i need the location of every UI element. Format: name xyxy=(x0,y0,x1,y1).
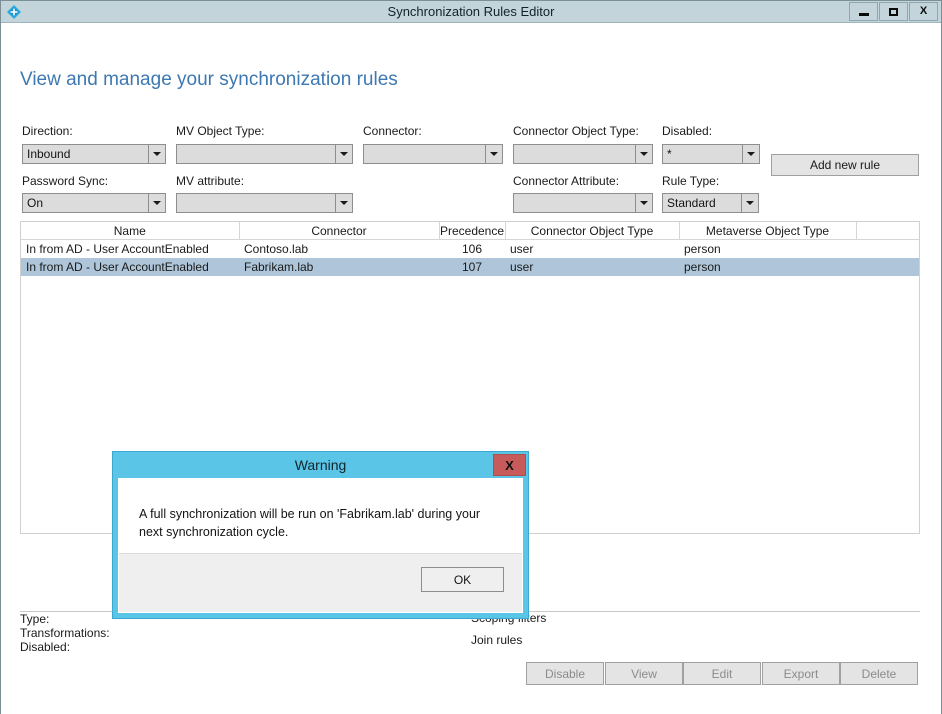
maximize-button[interactable] xyxy=(879,2,908,21)
rule-type-label: Rule Type: xyxy=(662,174,720,188)
mv-object-type-dropdown[interactable] xyxy=(176,144,353,164)
cell-connector: Fabrikam.lab xyxy=(239,258,439,276)
chevron-down-icon xyxy=(148,194,165,212)
connector-attribute-label: Connector Attribute: xyxy=(513,174,620,188)
column-header-precedence[interactable]: Precedence xyxy=(439,222,506,240)
column-header-connector-object-type[interactable]: Connector Object Type xyxy=(505,222,680,240)
dialog-message: A full synchronization will be run on 'F… xyxy=(139,507,481,539)
export-button[interactable]: Export xyxy=(762,662,840,685)
close-button[interactable]: X xyxy=(909,2,938,21)
cell-metaverse-object-type: person xyxy=(684,242,721,256)
table-header-row: Name Connector Precedence Connector Obje… xyxy=(21,222,919,240)
password-sync-label: Password Sync: xyxy=(22,174,109,188)
dialog-ok-button[interactable]: OK xyxy=(421,567,504,592)
cell-connector: Contoso.lab xyxy=(244,242,309,256)
minimize-button[interactable] xyxy=(849,2,878,21)
connector-dropdown[interactable] xyxy=(363,144,503,164)
edit-button[interactable]: Edit xyxy=(683,662,761,685)
connector-attribute-dropdown[interactable] xyxy=(513,193,653,213)
cell-spacer xyxy=(856,240,919,259)
page-title: View and manage your synchronization rul… xyxy=(20,69,398,90)
connector-label: Connector: xyxy=(363,124,422,138)
mv-attribute-value xyxy=(177,194,335,212)
connector-value xyxy=(364,145,485,163)
add-new-rule-button[interactable]: Add new rule xyxy=(771,154,919,176)
table-row[interactable]: In from AD - User AccountEnabled Fabrika… xyxy=(21,258,919,276)
connector-attribute-value xyxy=(514,194,635,212)
connector-object-type-label: Connector Object Type: xyxy=(513,124,639,138)
connector-object-type-dropdown[interactable] xyxy=(513,144,653,164)
direction-value: Inbound xyxy=(27,147,71,161)
mv-object-type-label: MV Object Type: xyxy=(176,124,265,138)
table-row[interactable]: In from AD - User AccountEnabled Contoso… xyxy=(21,240,919,259)
detail-transformations-label: Transformations: xyxy=(20,626,110,640)
cell-name: In from AD - User AccountEnabled xyxy=(26,242,209,256)
detail-type-label: Type: xyxy=(20,612,50,626)
chevron-down-icon xyxy=(635,145,652,163)
disabled-filter-label: Disabled: xyxy=(662,124,713,138)
warning-dialog: Warning X A full synchronization will be… xyxy=(112,451,529,619)
mv-attribute-label: MV attribute: xyxy=(176,174,245,188)
disabled-dropdown[interactable]: * xyxy=(662,144,760,164)
cell-name: In from AD - User AccountEnabled xyxy=(21,258,239,276)
disabled-value: * xyxy=(667,147,672,161)
sync-rules-diamond-icon xyxy=(4,2,24,21)
chevron-down-icon xyxy=(335,194,352,212)
detail-disabled-label: Disabled: xyxy=(20,640,71,654)
dialog-footer: OK xyxy=(119,553,522,612)
cell-metaverse-object-type: person xyxy=(679,258,856,276)
mv-object-type-value xyxy=(177,145,335,163)
chevron-down-icon xyxy=(335,145,352,163)
chevron-down-icon xyxy=(485,145,502,163)
direction-label: Direction: xyxy=(22,124,73,138)
password-sync-dropdown[interactable]: On xyxy=(22,193,166,213)
rules-table: Name Connector Precedence Connector Obje… xyxy=(21,222,919,276)
chevron-down-icon xyxy=(635,194,652,212)
column-header-spacer xyxy=(856,222,919,240)
cell-precedence: 107 xyxy=(439,258,505,276)
window-title: Synchronization Rules Editor xyxy=(387,4,555,19)
mv-attribute-dropdown[interactable] xyxy=(176,193,353,213)
cell-connector-object-type: user xyxy=(510,242,534,256)
disable-button[interactable]: Disable xyxy=(526,662,604,685)
password-sync-value: On xyxy=(27,196,44,210)
column-header-connector[interactable]: Connector xyxy=(239,222,440,240)
window-controls: X xyxy=(849,2,938,21)
dialog-close-button[interactable]: X xyxy=(493,454,526,476)
delete-button[interactable]: Delete xyxy=(840,662,918,685)
window-titlebar: Synchronization Rules Editor X xyxy=(1,1,941,23)
cell-precedence: 106 xyxy=(461,242,483,256)
column-header-name[interactable]: Name xyxy=(21,222,240,240)
sync-rules-editor-window: Synchronization Rules Editor X View and … xyxy=(0,0,942,714)
direction-dropdown[interactable]: Inbound xyxy=(22,144,166,164)
dialog-body: A full synchronization will be run on 'F… xyxy=(119,479,522,553)
rule-type-dropdown[interactable]: Standard xyxy=(662,193,759,213)
page-content: View and manage your synchronization rul… xyxy=(1,23,941,714)
detail-join-rules-label: Join rules xyxy=(471,633,523,647)
rule-type-value: Standard xyxy=(667,196,716,210)
chevron-down-icon xyxy=(148,145,165,163)
dialog-inner: A full synchronization will be run on 'F… xyxy=(118,478,523,613)
cell-spacer xyxy=(856,258,919,276)
dialog-titlebar: Warning X xyxy=(113,452,528,478)
view-button[interactable]: View xyxy=(605,662,683,685)
dialog-title: Warning xyxy=(294,457,347,473)
chevron-down-icon xyxy=(741,194,758,212)
cell-connector-object-type: user xyxy=(505,258,679,276)
column-header-metaverse-object-type[interactable]: Metaverse Object Type xyxy=(679,222,857,240)
chevron-down-icon xyxy=(742,145,759,163)
connector-object-type-value xyxy=(514,145,635,163)
